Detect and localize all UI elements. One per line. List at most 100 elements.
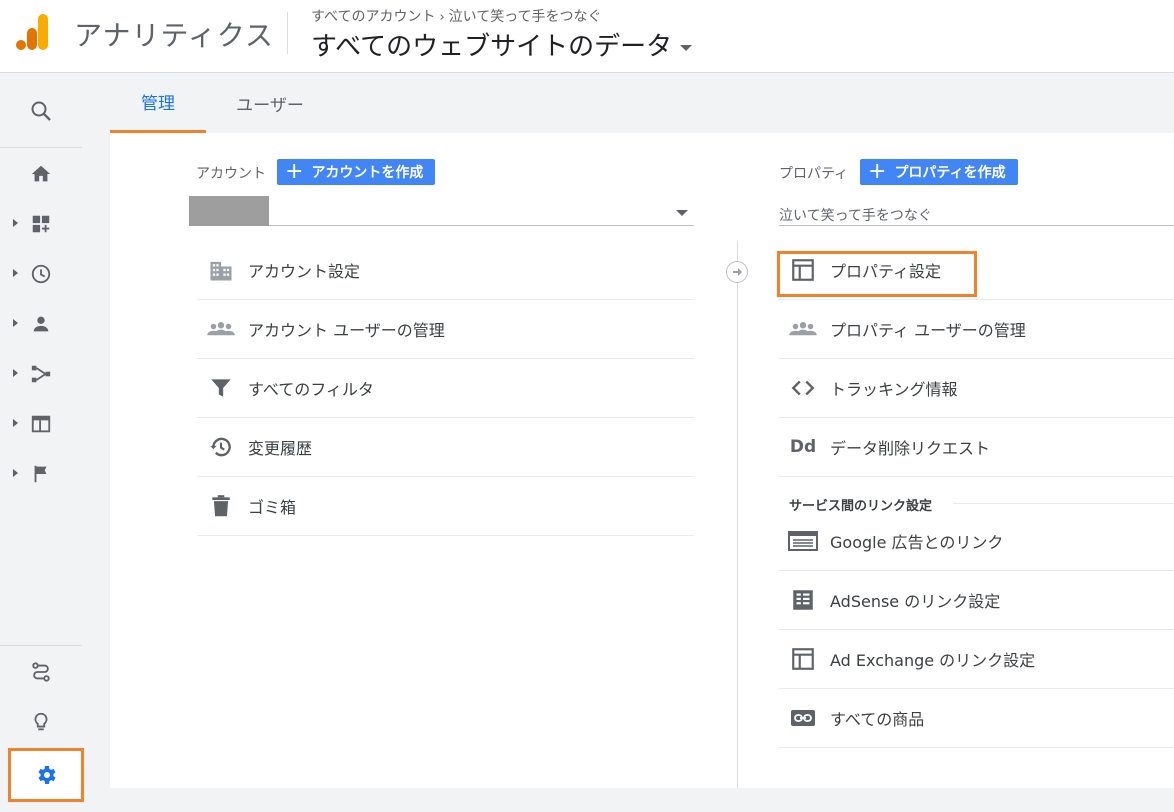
column-divider [737, 241, 738, 788]
menu-google-ads-link[interactable]: Google 広告とのリンク [779, 512, 1174, 571]
code-icon [787, 372, 819, 404]
property-selector[interactable]: 泣いて笑って手をつなぐ [779, 196, 1174, 226]
arrow-right-icon [726, 261, 748, 283]
layout-icon [787, 643, 819, 675]
header-divider [287, 12, 288, 54]
menu-label: プロパティ ユーザーの管理 [830, 321, 1026, 340]
view-title: すべてのウェブサイトのデータ [311, 32, 673, 62]
menu-label: データ削除リクエスト [830, 439, 991, 458]
menu-label: 変更履歴 [248, 439, 313, 458]
admin-panel: アカウント + アカウントを作成 アカウント設定 アカウント ユーザーの管理 すべ… [110, 133, 1174, 788]
create-account-label: アカウントを作成 [311, 165, 424, 181]
plus-icon: + [285, 159, 304, 184]
web-page-icon [31, 415, 51, 433]
menu-trash[interactable]: ゴミ箱 [197, 477, 694, 536]
menu-label: トラッキング情報 [830, 380, 958, 399]
caret-down-icon [676, 210, 688, 216]
menu-label: アカウント ユーザーの管理 [248, 321, 445, 340]
create-account-button[interactable]: + アカウントを作成 [277, 159, 436, 185]
menu-label: すべての商品 [830, 710, 925, 729]
analytics-logo[interactable] [16, 14, 50, 52]
clock-icon [31, 264, 51, 284]
tab-user[interactable]: ユーザー [215, 73, 325, 133]
acquisition-icon [31, 365, 51, 383]
menu-label: プロパティ設定 [830, 262, 942, 281]
gear-icon [38, 766, 56, 784]
sidebar-divider [0, 147, 82, 148]
property-label: プロパティ [779, 166, 849, 182]
link-icon [787, 702, 819, 734]
filter-icon [205, 372, 237, 404]
sidebar-item-realtime[interactable] [0, 254, 82, 294]
breadcrumb-account[interactable]: すべてのアカウント [311, 9, 435, 25]
expand-arrow-icon [13, 369, 18, 377]
menu-data-deletion[interactable]: Dd データ削除リクエスト [779, 418, 1174, 477]
sidebar-item-home[interactable] [0, 154, 82, 194]
app-title: アナリティクス [74, 19, 274, 52]
selected-property: 泣いて笑って手をつなぐ [779, 208, 932, 224]
create-property-button[interactable]: + プロパティを作成 [860, 159, 1018, 185]
menu-label: AdSense のリンク設定 [830, 592, 1001, 611]
breadcrumb-property[interactable]: 泣いて笑って手をつなぐ [449, 9, 602, 25]
redacted-account-name [189, 196, 269, 226]
layout-icon [787, 254, 819, 286]
attribution-path-icon [32, 662, 50, 682]
menu-label: Ad Exchange のリンク設定 [830, 651, 1036, 670]
sidebar-item-discover[interactable] [0, 702, 82, 742]
sidebar [0, 73, 84, 812]
sidebar-item-audience[interactable] [0, 304, 82, 344]
menu-adsense-link[interactable]: AdSense のリンク設定 [779, 571, 1174, 630]
sidebar-item-conversions[interactable] [0, 454, 82, 494]
search-icon [31, 101, 51, 121]
account-selector[interactable] [189, 196, 694, 226]
expand-arrow-icon [13, 469, 18, 477]
expand-arrow-icon [13, 419, 18, 427]
lightbulb-icon [34, 712, 48, 731]
top-bar: アナリティクス すべてのアカウント › 泣いて笑って手をつなぐ すべてのウェブサイト… [0, 0, 1174, 73]
sidebar-divider [0, 645, 82, 646]
ads-icon [787, 525, 819, 557]
sidebar-item-customization[interactable] [0, 204, 82, 244]
caret-down-icon [680, 44, 693, 51]
people-icon [205, 313, 237, 345]
home-icon [31, 165, 51, 182]
menu-label: Google 広告とのリンク [830, 533, 1004, 552]
expand-arrow-icon [13, 269, 18, 277]
menu-label: アカウント設定 [248, 262, 361, 281]
tab-admin[interactable]: 管理 [110, 73, 206, 133]
people-icon [787, 313, 819, 345]
account-label: アカウント [196, 166, 266, 182]
menu-label: ゴミ箱 [248, 498, 297, 517]
history-icon [205, 431, 237, 463]
menu-change-history[interactable]: 変更履歴 [197, 418, 694, 477]
building-icon [205, 254, 237, 286]
person-icon [33, 316, 49, 332]
menu-property-settings[interactable]: プロパティ設定 [779, 241, 1174, 300]
flag-icon [34, 465, 47, 483]
menu-ad-exchange-link[interactable]: Ad Exchange のリンク設定 [779, 630, 1174, 689]
menu-all-products[interactable]: すべての商品 [779, 689, 1174, 748]
menu-account-settings[interactable]: アカウント設定 [197, 241, 694, 300]
menu-tracking-info[interactable]: トラッキング情報 [779, 359, 1174, 418]
sidebar-item-acquisition[interactable] [0, 354, 82, 394]
expand-arrow-icon [13, 319, 18, 327]
plus-icon: + [868, 159, 887, 184]
menu-property-user-management[interactable]: プロパティ ユーザーの管理 [779, 300, 1174, 359]
chevron-right-icon: › [439, 10, 445, 25]
expand-arrow-icon [13, 219, 18, 227]
admin-gear-button[interactable] [8, 748, 84, 802]
trash-icon [205, 490, 237, 522]
dd-icon: Dd [789, 437, 817, 457]
sidebar-item-attribution[interactable] [0, 652, 82, 692]
view-selector[interactable]: すべてのウェブサイトのデータ [311, 26, 693, 63]
menu-label: すべてのフィルタ [248, 380, 374, 399]
menu-all-filters[interactable]: すべてのフィルタ [197, 359, 694, 418]
menu-account-user-management[interactable]: アカウント ユーザーの管理 [197, 300, 694, 359]
admin-tabs: 管理 ユーザー [110, 73, 1174, 133]
breadcrumb[interactable]: すべてのアカウント › 泣いて笑って手をつなぐ [311, 6, 602, 26]
section-divider [953, 503, 1174, 504]
dashboard-add-icon [32, 215, 50, 233]
search-button[interactable] [0, 91, 82, 131]
create-property-label: プロパティを作成 [894, 165, 1006, 181]
sidebar-item-behavior[interactable] [0, 404, 82, 444]
